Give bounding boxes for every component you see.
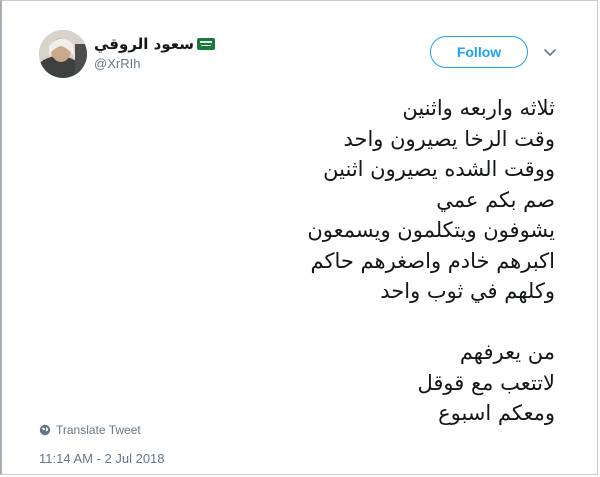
tweet-line: يشوفون ويتكلمون ويسمعون [307,218,555,242]
globe-icon [39,424,51,436]
avatar[interactable] [39,30,87,78]
tweet-card: سعود الروقي @XrRIh Follow ثلاثه واربعه و… [0,0,598,475]
tweet-timestamp[interactable]: 11:14 AM - 2 Jul 2018 [39,451,165,466]
translate-label: Translate Tweet [56,423,141,437]
tweet-line: صم بكم عمي [436,187,555,212]
chevron-down-icon[interactable] [542,44,558,60]
tweet-line: وكلهم في ثوب واحد [380,279,555,303]
user-handle[interactable]: @XrRIh [94,56,140,71]
tweet-line: من يعرفهم [459,340,555,364]
tweet-line: ثلاثه واربعه واثنين [402,96,555,120]
tweet-text: ثلاثه واربعه واثنين وقت الرخا يصيرون واح… [35,93,555,429]
saudi-flag-icon [196,38,215,50]
tweet-line: ووقت الشده يصيرون اثنين [323,157,555,181]
tweet-line: اكبرهم خادم واصغرهم حاكم [310,248,556,273]
translate-tweet-link[interactable]: Translate Tweet [39,423,141,437]
follow-button[interactable]: Follow [430,36,528,68]
display-name[interactable]: سعود الروقي [94,35,194,53]
tweet-line: وقت الرخا يصيرون واحد [343,126,555,151]
user-name-row: سعود الروقي [94,35,215,53]
tweet-line: لاتتعب مع قوقل [417,370,555,395]
